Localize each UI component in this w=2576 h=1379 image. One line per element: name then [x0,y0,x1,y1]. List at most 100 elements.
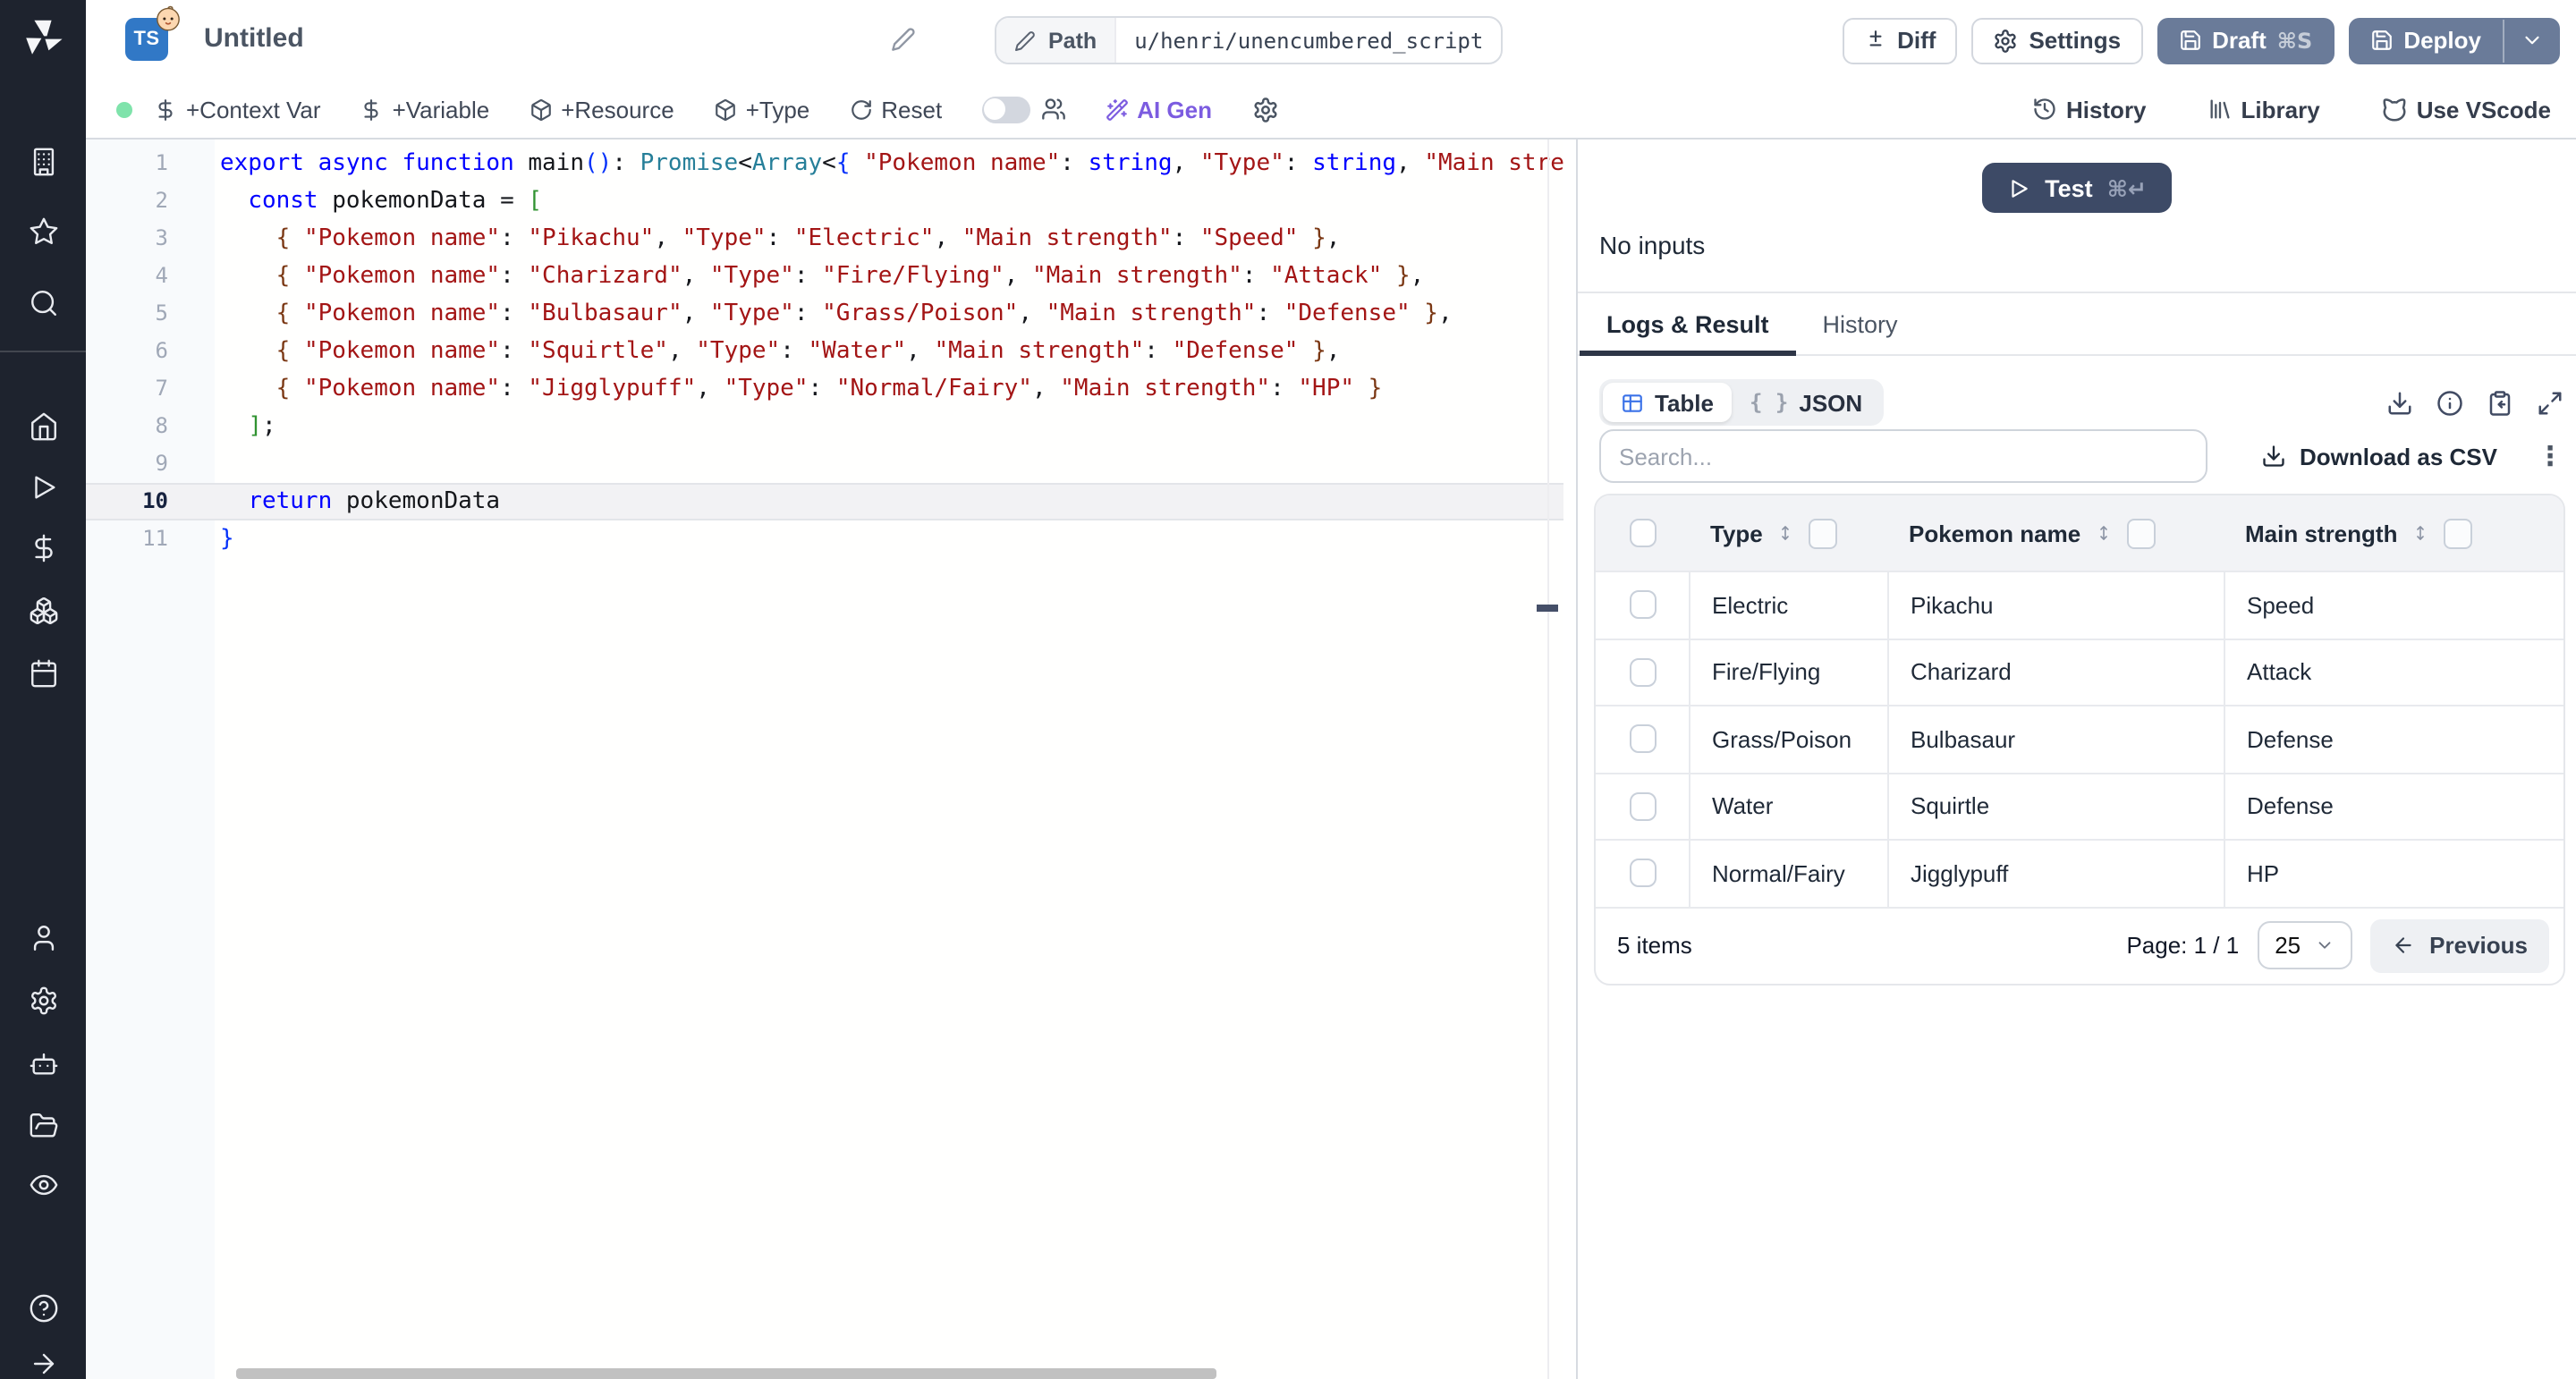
code-editor[interactable]: 1234567891011 export async function main… [86,140,1563,1379]
table-cell: Normal/Fairy [1689,841,1887,906]
code-area[interactable]: export async function main(): Promise<Ar… [215,140,1563,1379]
editor-horizontal-scrollbar[interactable] [236,1368,1216,1379]
history-button[interactable]: History [2032,96,2147,123]
table-cell: Attack [2224,639,2563,705]
download-icon [2262,444,2287,469]
row-checkbox[interactable] [1629,725,1656,754]
table-footer: 5 items Page: 1 / 1 25 Previous [1596,906,2563,983]
save-icon [2178,29,2201,52]
line-number: 1 [86,145,215,182]
dollar-icon [154,97,177,121]
ai-gen-button[interactable]: AI Gen [1105,96,1212,123]
multiplayer-toggle[interactable] [981,96,1030,123]
column-header: Main strength [2224,518,2563,548]
expand-sidebar-icon[interactable] [28,1349,58,1379]
sort-icon[interactable] [1775,522,1797,544]
code-line[interactable]: { "Pokemon name": "Squirtle", "Type": "W… [215,333,1563,370]
sort-icon[interactable] [2093,522,2114,544]
code-line[interactable]: } [215,520,1563,558]
sort-icon[interactable] [2410,522,2431,544]
diff-button[interactable]: Diff [1842,17,1957,63]
code-line[interactable]: const pokemonData = [ [215,182,1563,220]
table-cell: Pikachu [1887,572,2224,638]
library-button[interactable]: Library [2207,96,2320,123]
table-menu-icon[interactable]: ⋮ [2537,443,2563,470]
workers-icon[interactable] [28,1048,58,1079]
table-icon [1621,391,1644,414]
table-row[interactable]: Normal/FairyJigglypuffHP [1596,839,2563,906]
path-field[interactable]: Path u/henri/unencumbered_script [995,16,1503,64]
code-line[interactable]: { "Pokemon name": "Jigglypuff", "Type": … [215,370,1563,408]
edit-path-icon [1014,30,1036,51]
language-badge: TS [125,18,168,61]
add-type-button[interactable]: +Type [714,96,810,123]
path-label-chip[interactable]: Path [996,18,1116,63]
audit-logs-icon[interactable] [28,1170,58,1200]
users-icon [1040,97,1065,122]
resources-icon[interactable] [28,596,58,626]
table-cell: Bulbasaur [1887,706,2224,772]
column-option-checkbox[interactable] [1809,518,1838,548]
page-size-select[interactable]: 25 [2257,921,2352,969]
code-line[interactable]: { "Pokemon name": "Bulbasaur", "Type": "… [215,295,1563,333]
schedules-icon[interactable] [28,658,58,689]
add-variable-button[interactable]: +Variable [360,96,490,123]
column-option-checkbox[interactable] [2127,518,2156,548]
row-checkbox[interactable] [1629,591,1656,620]
code-line[interactable]: { "Pokemon name": "Pikachu", "Type": "El… [215,220,1563,258]
table-row[interactable]: Grass/PoisonBulbasaurDefense [1596,705,2563,772]
info-icon[interactable] [2436,389,2463,416]
tab-history[interactable]: History [1823,293,1898,354]
editor-vertical-scrollbar[interactable] [1547,140,1549,1379]
folders-icon[interactable] [28,1111,58,1141]
download-csv-button[interactable]: Download as CSV [2251,441,2508,471]
code-line[interactable]: return pokemonData [215,483,1563,520]
code-line[interactable]: { "Pokemon name": "Charizard", "Type": "… [215,258,1563,295]
row-checkbox[interactable] [1629,792,1656,821]
search-icon[interactable] [28,288,58,318]
add-resource-button[interactable]: +Resource [529,96,674,123]
add-context-var-button[interactable]: +Context Var [154,96,321,123]
reset-button[interactable]: Reset [849,96,942,123]
workspace-settings-icon[interactable] [28,986,58,1016]
code-line[interactable]: export async function main(): Promise<Ar… [215,145,1563,182]
table-row[interactable]: Fire/FlyingCharizardAttack [1596,638,2563,705]
row-checkbox[interactable] [1629,859,1656,888]
column-option-checkbox[interactable] [2444,518,2472,548]
table-row[interactable]: ElectricPikachuSpeed [1596,571,2563,638]
chevron-down-icon[interactable] [2521,29,2544,52]
help-icon[interactable] [28,1293,58,1324]
home-icon[interactable] [28,411,58,442]
editor-settings-button[interactable] [1251,96,1278,123]
variables-icon[interactable] [28,533,58,563]
workspace-icon[interactable] [28,147,58,177]
view-table-button[interactable]: Table [1603,383,1732,422]
windmill-logo-icon[interactable] [21,16,64,59]
code-line[interactable] [215,445,1563,483]
toolbar-right: History Library Use VScode [2032,96,2551,123]
download-result-icon[interactable] [2386,389,2413,416]
table-cell: Squirtle [1887,774,2224,839]
table-cell: HP [2224,841,2563,906]
test-shortcut: ⌘↵ [2107,174,2147,201]
settings-button[interactable]: Settings [1971,17,2142,63]
test-button[interactable]: Test ⌘↵ [1982,163,2172,213]
table-cell: Defense [2224,706,2563,772]
copy-to-clipboard-icon[interactable] [2487,389,2513,416]
view-json-button[interactable]: { } JSON [1732,383,1880,422]
search-input[interactable] [1599,429,2207,483]
previous-page-button[interactable]: Previous [2370,918,2549,972]
code-line[interactable]: ]; [215,408,1563,445]
runs-icon[interactable] [28,472,58,503]
select-all-checkbox[interactable] [1629,519,1656,547]
favorites-icon[interactable] [28,216,58,247]
table-row[interactable]: WaterSquirtleDefense [1596,772,2563,839]
draft-button[interactable]: Draft ⌘S [2157,17,2334,63]
tab-logs-result[interactable]: Logs & Result [1606,293,1769,354]
account-icon[interactable] [28,923,58,953]
expand-icon[interactable] [2537,389,2563,416]
edit-summary-icon[interactable] [891,27,916,52]
row-checkbox[interactable] [1629,658,1656,687]
deploy-button[interactable]: Deploy [2348,17,2560,63]
use-vscode-button[interactable]: Use VScode [2381,96,2551,123]
